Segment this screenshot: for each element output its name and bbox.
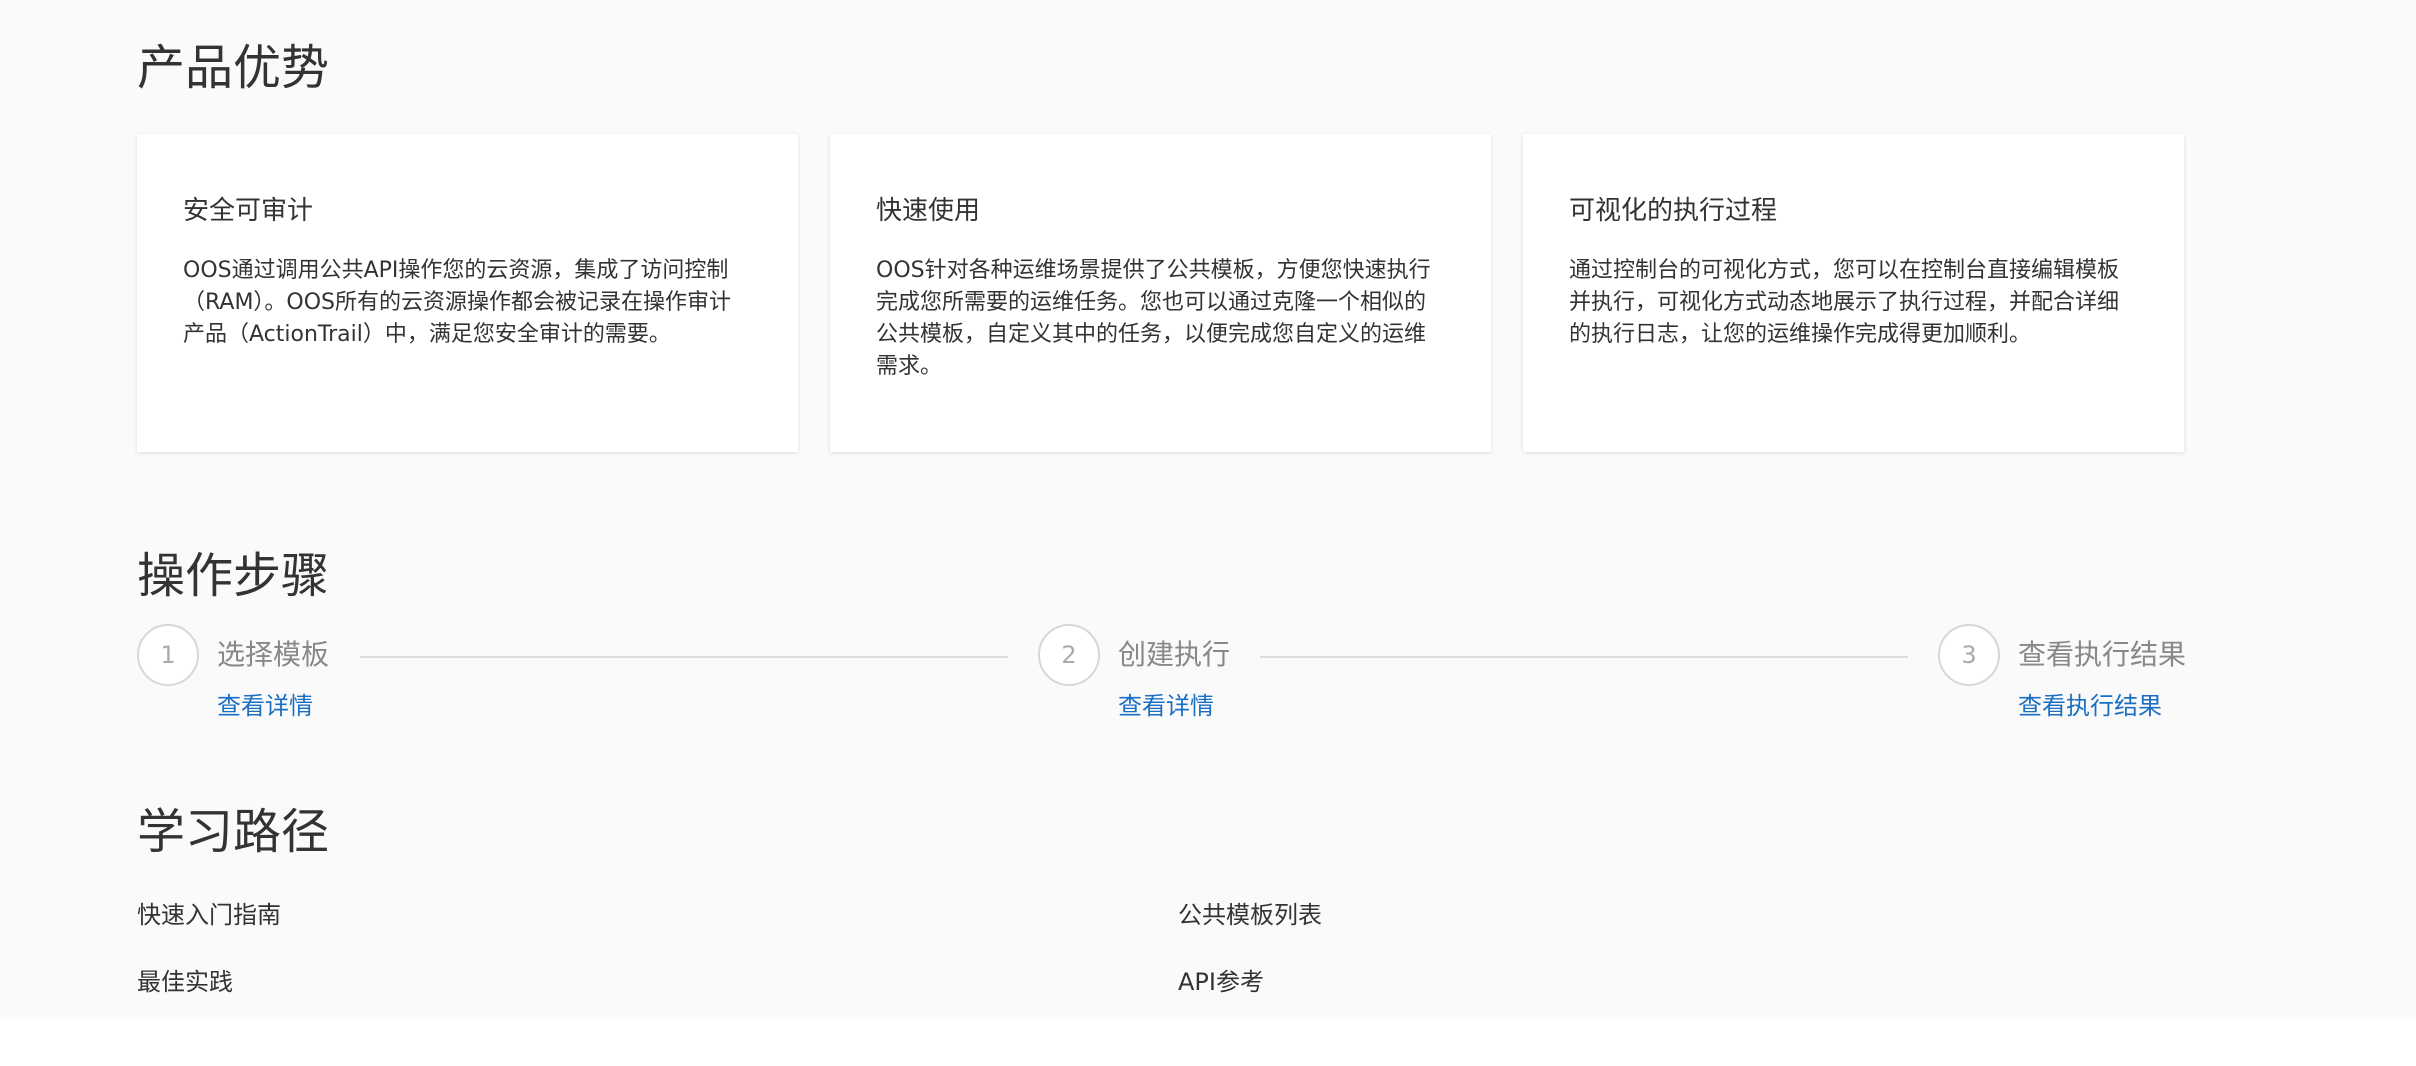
advantage-card-title: 可视化的执行过程 xyxy=(1569,196,1778,226)
step-label: 选择模板 xyxy=(217,638,330,671)
advantage-card-security: 安全可审计 OOS通过调用公共API操作您的云资源，集成了访问控制（RAM）。O… xyxy=(137,134,798,452)
step-label: 创建执行 xyxy=(1118,638,1231,671)
advantage-card-title: 安全可审计 xyxy=(183,196,314,226)
step-results-link[interactable]: 查看执行结果 xyxy=(2018,692,2162,721)
step-number-circle: 3 xyxy=(1938,624,2000,686)
content-area: 产品优势 安全可审计 OOS通过调用公共API操作您的云资源，集成了访问控制（R… xyxy=(0,0,2416,1017)
advantage-card-desc: OOS通过调用公共API操作您的云资源，集成了访问控制（RAM）。OOS所有的云… xyxy=(183,258,732,348)
learning-link-best-practices[interactable]: 最佳实践 xyxy=(137,968,233,997)
learning-link-public-templates[interactable]: 公共模板列表 xyxy=(1178,901,1322,930)
step-create-execution: 2 创建执行 查看详情 xyxy=(1038,624,1438,724)
advantage-card-desc: 通过控制台的可视化方式，您可以在控制台直接编辑模板并执行，可视化方式动态地展示了… xyxy=(1569,258,2120,348)
learning-link-quick-start[interactable]: 快速入门指南 xyxy=(137,901,281,930)
advantage-card-title: 快速使用 xyxy=(876,196,981,226)
step-view-results: 3 查看执行结果 查看执行结果 xyxy=(1938,624,2238,724)
step-select-template: 1 选择模板 查看详情 xyxy=(137,624,537,724)
learning-link-api-reference[interactable]: API参考 xyxy=(1178,968,1264,997)
section-title-advantages: 产品优势 xyxy=(137,40,330,96)
step-number-circle: 1 xyxy=(137,624,199,686)
advantage-card-quick-use: 快速使用 OOS针对各种运维场景提供了公共模板，方便您快速执行完成您所需要的运维… xyxy=(830,134,1491,452)
advantage-card-visual-execution: 可视化的执行过程 通过控制台的可视化方式，您可以在控制台直接编辑模板并执行，可视… xyxy=(1523,134,2184,452)
step-label: 查看执行结果 xyxy=(2018,638,2187,671)
step-details-link[interactable]: 查看详情 xyxy=(217,692,313,721)
page: 产品优势 安全可审计 OOS通过调用公共API操作您的云资源，集成了访问控制（R… xyxy=(0,0,2416,1066)
section-title-steps: 操作步骤 xyxy=(137,548,330,604)
section-title-learning: 学习路径 xyxy=(137,804,330,860)
step-details-link[interactable]: 查看详情 xyxy=(1118,692,1214,721)
advantage-card-desc: OOS针对各种运维场景提供了公共模板，方便您快速执行完成您所需要的运维任务。您也… xyxy=(876,258,1431,380)
step-number-circle: 2 xyxy=(1038,624,1100,686)
bottom-blank-area xyxy=(0,1017,2416,1066)
